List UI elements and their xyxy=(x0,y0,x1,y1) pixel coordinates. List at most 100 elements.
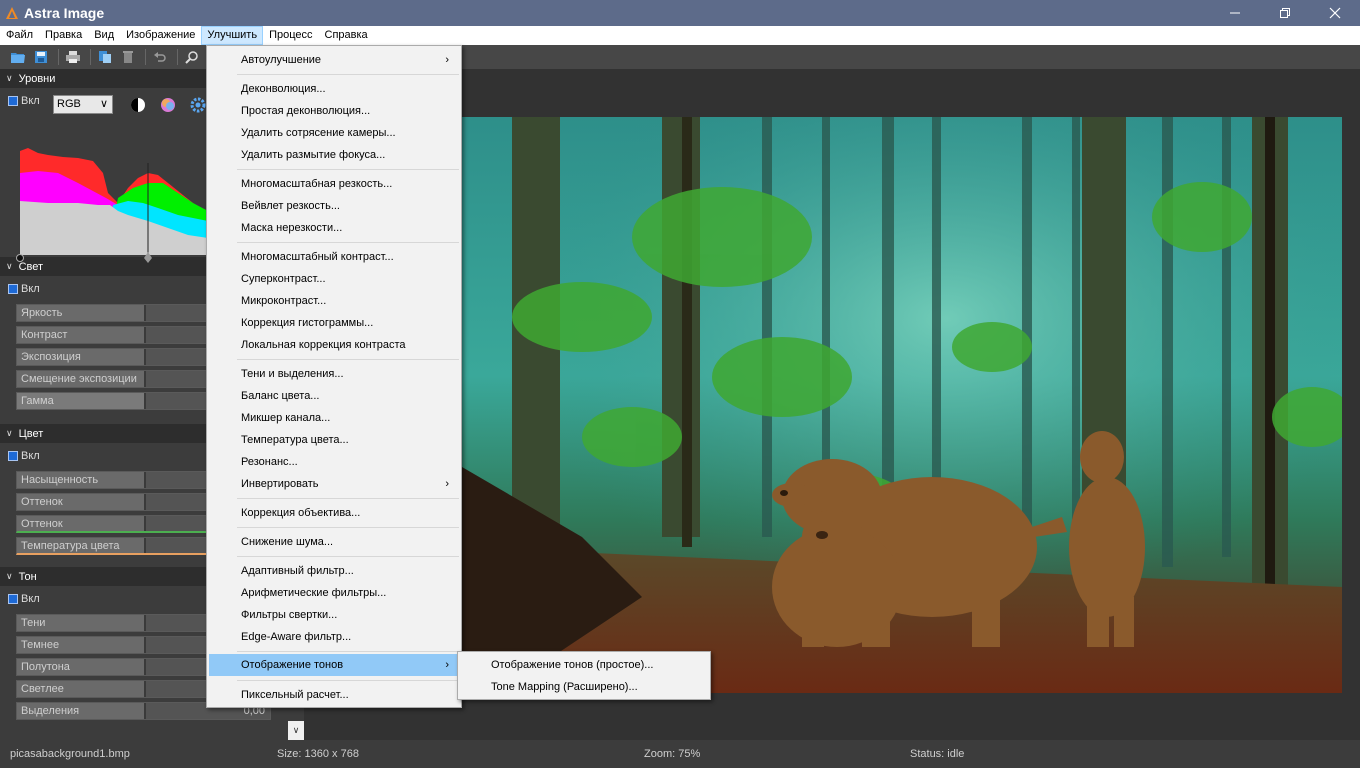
light-enable-label: Вкл xyxy=(21,283,40,295)
toolbar xyxy=(0,45,1360,69)
channel-select[interactable]: RGB ∨ xyxy=(53,95,113,114)
menu-item-vibrance[interactable]: Резонанс... xyxy=(209,451,459,473)
menu-item-auto-enhance[interactable]: Автоулучшение › xyxy=(209,49,459,71)
slider-label: Тени xyxy=(21,617,46,629)
slider-label: Смещение экспозиции xyxy=(21,373,137,385)
tone-enable-checkbox[interactable] xyxy=(8,594,18,604)
app-logo-icon xyxy=(6,7,18,19)
title-bar: Astra Image xyxy=(0,0,1360,26)
menu-separator xyxy=(237,556,459,557)
window-title: Astra Image xyxy=(24,5,105,21)
levels-enable-checkbox[interactable] xyxy=(8,96,18,106)
slider-label: Полутона xyxy=(21,661,70,673)
menu-item-tone-mapping-simple[interactable]: Отображение тонов (простое)... xyxy=(460,654,708,676)
menu-item-multiscale-contrast[interactable]: Многомасштабный контраст... xyxy=(209,246,459,268)
menu-item-label: Отображение тонов xyxy=(241,659,344,671)
slider-label: Экспозиция xyxy=(21,351,81,363)
slider-label: Контраст xyxy=(21,329,68,341)
menu-item-channel-mixer[interactable]: Микшер канала... xyxy=(209,407,459,429)
menu-separator xyxy=(237,651,459,652)
menu-separator xyxy=(237,169,459,170)
slider-label: Светлее xyxy=(21,683,64,695)
scroll-down-icon[interactable]: ∨ xyxy=(288,721,304,740)
menu-item-label: Автоулучшение xyxy=(241,54,322,66)
slider-label: Гамма xyxy=(21,395,54,407)
chevron-right-icon: › xyxy=(445,478,449,490)
channel-select-value: RGB xyxy=(57,98,81,110)
toolbar-separator xyxy=(58,49,59,65)
contrast-icon[interactable] xyxy=(130,97,146,113)
menu-item-convolution-filters[interactable]: Фильтры свертки... xyxy=(209,604,459,626)
zoom-icon[interactable] xyxy=(182,47,202,67)
levels-title: Уровни xyxy=(18,72,56,85)
menu-item-pixel-math[interactable]: Пиксельный расчет... xyxy=(209,684,459,706)
chevron-down-icon: ∨ xyxy=(6,73,13,83)
forest-bears-photo[interactable] xyxy=(462,117,1342,693)
menu-separator xyxy=(237,242,459,243)
undo-icon[interactable] xyxy=(150,47,170,67)
menu-item-adaptive-filter[interactable]: Адаптивный фильтр... xyxy=(209,560,459,582)
menu-item-lens-correction[interactable]: Коррекция объектива... xyxy=(209,502,459,524)
color-title: Цвет xyxy=(18,427,44,440)
close-icon[interactable] xyxy=(1310,0,1360,26)
menu-item-tone-mapping[interactable]: Отображение тонов › xyxy=(209,654,459,676)
menu-item-label: Инвертировать xyxy=(241,478,319,490)
slider-label: Яркость xyxy=(21,307,63,319)
menu-file[interactable]: Файл xyxy=(0,26,39,45)
menu-item-microcontrast[interactable]: Микроконтраст... xyxy=(209,290,459,312)
menu-process[interactable]: Процесс xyxy=(263,26,318,45)
status-size: Size: 1360 x 768 xyxy=(277,748,359,760)
menu-item-remove-camera-shake[interactable]: Удалить сотрясение камеры... xyxy=(209,122,459,144)
maximize-icon[interactable] xyxy=(1260,0,1310,26)
image-canvas[interactable] xyxy=(304,69,1360,740)
menu-item-color-balance[interactable]: Баланс цвета... xyxy=(209,385,459,407)
save-icon[interactable] xyxy=(31,47,51,67)
menu-item-deconvolution[interactable]: Деконволюция... xyxy=(209,78,459,100)
menu-separator xyxy=(237,74,459,75)
toolbar-separator xyxy=(90,49,91,65)
copy-icon[interactable] xyxy=(95,47,115,67)
settings-gear-icon[interactable] xyxy=(190,97,206,113)
menu-view[interactable]: Вид xyxy=(88,26,120,45)
slider-label: Оттенок xyxy=(21,518,63,530)
toolbar-separator xyxy=(177,49,178,65)
slider-label: Насыщенность xyxy=(21,474,99,486)
menu-item-histogram-correction[interactable]: Коррекция гистограммы... xyxy=(209,312,459,334)
tone-mapping-submenu: Отображение тонов (простое)... Tone Mapp… xyxy=(457,651,711,700)
histogram[interactable] xyxy=(18,143,208,255)
menu-item-local-contrast[interactable]: Локальная коррекция контраста xyxy=(209,334,459,356)
menu-item-supercontrast[interactable]: Суперконтраст... xyxy=(209,268,459,290)
menu-image[interactable]: Изображение xyxy=(120,26,201,45)
gamma-handle[interactable] xyxy=(143,252,153,264)
menu-item-shadows-highlights[interactable]: Тени и выделения... xyxy=(209,363,459,385)
menu-edit[interactable]: Правка xyxy=(39,26,88,45)
color-enable-checkbox[interactable] xyxy=(8,451,18,461)
open-folder-icon[interactable] xyxy=(8,47,28,67)
menu-item-simple-deconvolution[interactable]: Простая деконволюция... xyxy=(209,100,459,122)
minimize-icon[interactable] xyxy=(1210,0,1260,26)
menu-item-remove-focus-blur[interactable]: Удалить размытие фокуса... xyxy=(209,144,459,166)
menu-help[interactable]: Справка xyxy=(319,26,374,45)
light-enable-checkbox[interactable] xyxy=(8,284,18,294)
black-point-handle[interactable] xyxy=(15,253,25,263)
status-filename: picasabackground1.bmp xyxy=(10,748,130,760)
menu-item-unsharp-mask[interactable]: Маска нерезкости... xyxy=(209,217,459,239)
menu-item-noise-reduction[interactable]: Снижение шума... xyxy=(209,531,459,553)
menu-enhance[interactable]: Улучшить xyxy=(201,26,264,45)
menu-item-color-temperature[interactable]: Температура цвета... xyxy=(209,429,459,451)
menu-item-edge-aware-filter[interactable]: Edge-Aware фильтр... xyxy=(209,626,459,648)
menu-item-arithmetic-filters[interactable]: Арифметические фильтры... xyxy=(209,582,459,604)
delete-icon[interactable] xyxy=(118,47,138,67)
menu-item-multiscale-sharpening[interactable]: Многомасштабная резкость... xyxy=(209,173,459,195)
tone-title: Тон xyxy=(18,570,37,583)
slider-label: Выделения xyxy=(21,705,80,717)
print-icon[interactable] xyxy=(63,47,83,67)
color-wheel-icon[interactable] xyxy=(160,97,176,113)
menu-item-tone-mapping-advanced[interactable]: Tone Mapping (Расширено)... xyxy=(460,676,708,698)
levels-enable-row[interactable]: Вкл xyxy=(0,88,40,114)
slider-label: Темнее xyxy=(21,639,60,651)
menu-item-invert[interactable]: Инвертировать › xyxy=(209,473,459,495)
chevron-right-icon: › xyxy=(445,659,449,671)
menu-separator xyxy=(237,680,459,681)
menu-item-wavelet-sharpening[interactable]: Вейвлет резкость... xyxy=(209,195,459,217)
